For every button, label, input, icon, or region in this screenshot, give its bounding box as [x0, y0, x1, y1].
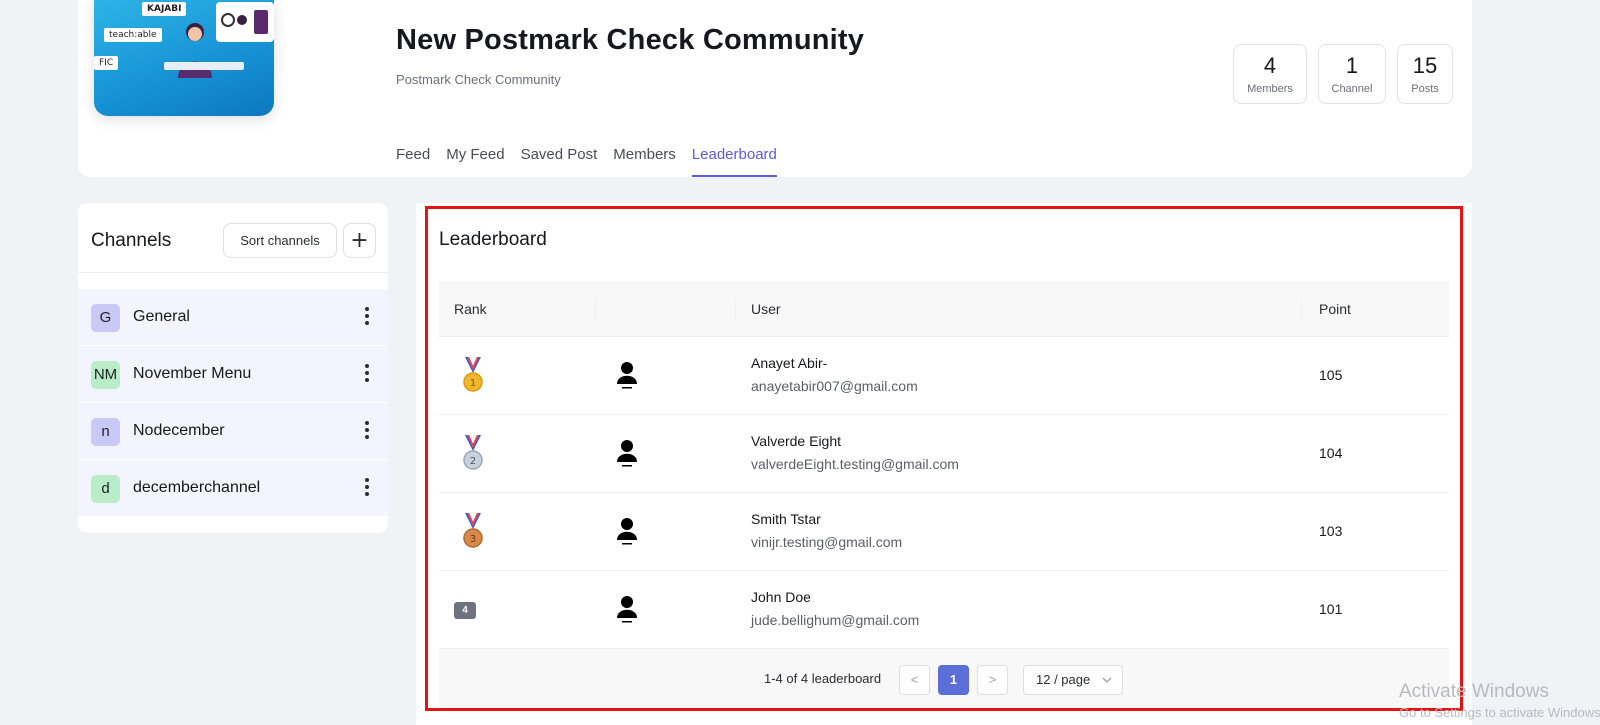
more-vertical-icon[interactable] [364, 307, 370, 327]
stat-members-label: Members [1247, 83, 1293, 95]
community-cover-image: KAJABI teach:able FIC [94, 0, 274, 116]
stat-posts-label: Posts [1411, 83, 1439, 95]
channel-name: General [133, 308, 190, 325]
leaderboard-table: Rank User Point 1 Anayet Abir- anayetabi… [439, 281, 1449, 709]
add-channel-button[interactable]: + [343, 223, 376, 258]
more-vertical-icon[interactable] [364, 478, 370, 498]
svg-text:1: 1 [470, 378, 476, 389]
gold-medal-icon: 1 [463, 357, 483, 392]
column-divider [735, 299, 736, 321]
column-header-user: User [751, 301, 781, 317]
user-avatar-icon [617, 596, 637, 623]
user-points: 101 [1319, 601, 1343, 617]
pagination-bar: 1-4 of 4 leaderboard < 1 > 12 / page [439, 649, 1449, 709]
stat-members[interactable]: 4 Members [1233, 44, 1307, 104]
stat-channel[interactable]: 1 Channel [1318, 44, 1386, 104]
user-points: 105 [1319, 367, 1343, 383]
table-row[interactable]: 3 Smith Tstar vinijr.testing@gmail.com 1… [439, 493, 1449, 571]
community-tabs: Feed My Feed Saved Post Members Leaderbo… [396, 146, 777, 177]
svg-text:3: 3 [470, 534, 476, 545]
user-name: Valverde Eight [751, 433, 842, 449]
channel-name: decemberchannel [133, 479, 261, 496]
channel-name: Nodecember [133, 422, 225, 439]
column-divider [1301, 299, 1302, 321]
user-name: Smith Tstar [751, 511, 821, 527]
channel-name: November Menu [133, 365, 252, 382]
channel-item-nodecember[interactable]: n Nodecember [78, 403, 388, 460]
user-email: valverdeEight.testing@gmail.com [751, 456, 959, 472]
next-page-button[interactable]: > [977, 665, 1008, 695]
user-email: vinijr.testing@gmail.com [751, 534, 903, 550]
column-header-rank: Rank [454, 301, 487, 317]
table-header: Rank User Point [439, 281, 1449, 337]
rank-badge: 4 [454, 602, 476, 619]
channel-item-decemberchannel[interactable]: d decemberchannel [78, 460, 388, 517]
sort-channels-button[interactable]: Sort channels [223, 223, 337, 258]
channel-list: G General NM November Menu n Nodecember … [78, 289, 388, 517]
user-avatar-icon [617, 518, 637, 545]
user-email: jude.bellighum@gmail.com [751, 612, 920, 628]
channel-avatar: n [91, 418, 120, 446]
user-name: John Doe [751, 589, 811, 605]
user-avatar-icon [617, 362, 637, 389]
page-size-value: 12 / page [1036, 672, 1091, 687]
stat-posts-value: 15 [1412, 53, 1438, 78]
cover-label-fic: FIC [94, 56, 119, 70]
user-name: Anayet Abir- [751, 355, 828, 371]
user-points: 104 [1319, 445, 1343, 461]
user-points: 103 [1319, 523, 1343, 539]
bronze-medal-icon: 3 [463, 513, 483, 548]
svg-text:2: 2 [470, 456, 476, 467]
tab-leaderboard[interactable]: Leaderboard [691, 146, 777, 177]
prev-page-button[interactable]: < [899, 665, 930, 695]
table-row[interactable]: 1 Anayet Abir- anayetabir007@gmail.com 1… [439, 337, 1449, 415]
stat-channel-label: Channel [1331, 83, 1373, 95]
windows-activation-subtitle: Go to Settings to activate Windows. [1399, 705, 1600, 720]
community-title: New Postmark Check Community [396, 24, 865, 56]
illustration-chart-icon [216, 2, 274, 42]
chevron-down-icon [1102, 677, 1112, 683]
tab-saved-post[interactable]: Saved Post [521, 146, 598, 177]
table-row[interactable]: 4 John Doe jude.bellighum@gmail.com 101 [439, 571, 1449, 649]
channels-title: Channels [91, 230, 172, 251]
teachable-logo: teach:able [104, 28, 162, 42]
channel-item-november-menu[interactable]: NM November Menu [78, 346, 388, 403]
illustration-person-icon [178, 23, 212, 78]
user-avatar-icon [617, 440, 637, 467]
tab-feed[interactable]: Feed [396, 146, 430, 177]
page-size-select[interactable]: 12 / page [1023, 665, 1123, 695]
stat-channel-value: 1 [1345, 53, 1359, 78]
channel-item-general[interactable]: G General [78, 289, 388, 346]
more-vertical-icon[interactable] [364, 364, 370, 384]
silver-medal-icon: 2 [463, 435, 483, 470]
channels-header: Channels Sort channels + [78, 203, 388, 273]
column-header-point: Point [1319, 301, 1351, 317]
column-divider [595, 299, 596, 321]
user-email: anayetabir007@gmail.com [751, 378, 918, 394]
pagination-info: 1-4 of 4 leaderboard [764, 671, 882, 686]
table-row[interactable]: 2 Valverde Eight valverdeEight.testing@g… [439, 415, 1449, 493]
stat-members-value: 4 [1263, 53, 1277, 78]
kajabi-logo: KAJABI [142, 2, 187, 16]
channels-panel: Channels Sort channels + G General NM No… [78, 203, 388, 533]
channel-avatar: G [91, 304, 120, 332]
channel-avatar: NM [91, 361, 120, 389]
tab-members[interactable]: Members [613, 146, 676, 177]
community-subtitle: Postmark Check Community [396, 72, 561, 87]
leaderboard-title: Leaderboard [439, 229, 547, 250]
channel-avatar: d [91, 475, 120, 503]
illustration-desk [164, 62, 244, 70]
tab-my-feed[interactable]: My Feed [446, 146, 504, 177]
stat-posts[interactable]: 15 Posts [1397, 44, 1453, 104]
more-vertical-icon[interactable] [364, 421, 370, 441]
page-1-button[interactable]: 1 [938, 665, 969, 695]
windows-activation-title: Activate Windows [1399, 681, 1549, 702]
